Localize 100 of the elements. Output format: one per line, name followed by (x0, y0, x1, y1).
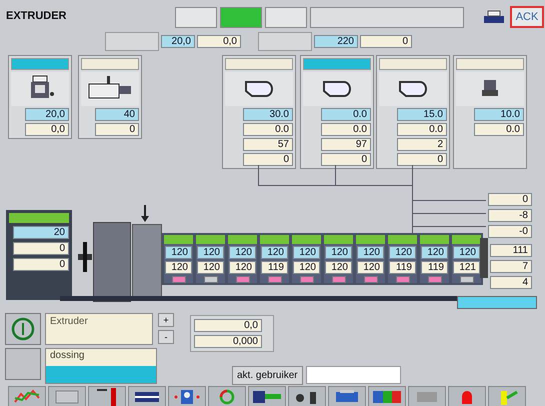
barrel-zone[interactable]: 120 119 (260, 235, 289, 283)
field-label (258, 32, 312, 51)
barrel-zone[interactable]: 120 120 (196, 235, 225, 283)
trend-button[interactable] (8, 386, 46, 406)
cycle-button[interactable] (208, 386, 246, 406)
dosing-header[interactable] (225, 58, 293, 70)
screen-title: EXTRUDER (6, 10, 67, 22)
value-field: 120 (357, 261, 384, 274)
mode-tab[interactable] (175, 7, 217, 28)
barrel-zone[interactable]: 120 119 (388, 235, 417, 283)
value-field: 120 (197, 261, 224, 274)
barrel-zone[interactable]: 120 120 (324, 235, 353, 283)
value-field: 120 (325, 261, 352, 274)
value-field: 119 (421, 261, 448, 274)
value-field: 4 (490, 276, 532, 289)
alarm-panel-icon (373, 388, 401, 406)
valve-button[interactable] (488, 386, 526, 406)
value-field: 0 (397, 153, 447, 166)
setpoint-field[interactable]: 120 (325, 246, 352, 259)
value-field: 119 (261, 261, 288, 274)
setpoint-field[interactable]: 120 (421, 246, 448, 259)
value-field: 0.0 (321, 123, 371, 136)
value-field: 2 (397, 138, 447, 151)
setpoint-field[interactable]: 40 (95, 108, 139, 121)
setpoint-field[interactable]: 20 (13, 226, 69, 239)
setpoint-field[interactable]: 20,0 (161, 35, 195, 48)
temperature-button[interactable] (88, 386, 126, 406)
dosing-header[interactable] (456, 58, 524, 70)
power-icon (10, 316, 36, 342)
value-field: 119 (389, 261, 416, 274)
value-field: 120 (229, 261, 256, 274)
setpoint-field[interactable]: 15.0 (397, 108, 447, 121)
value-field: -0 (488, 225, 532, 238)
value-field: 0 (321, 153, 371, 166)
barrel-zone[interactable]: 120 120 (228, 235, 257, 283)
die-block (480, 238, 488, 278)
printer-button[interactable] (328, 386, 366, 406)
dosing-header[interactable] (379, 58, 447, 70)
value-field: 0.0 (243, 123, 293, 136)
coupling-icon (78, 242, 92, 272)
blank-icon (53, 388, 81, 406)
materials-button[interactable] (408, 386, 446, 406)
operator-button[interactable] (168, 386, 206, 406)
setpoint-field[interactable]: 120 (293, 246, 320, 259)
beacon-button[interactable] (448, 386, 486, 406)
hopper-icon (244, 79, 274, 99)
value-field: 111 (490, 244, 532, 257)
barrel-zone[interactable]: 120 120 (164, 235, 193, 283)
barrel-zone[interactable]: 120 119 (420, 235, 449, 283)
setpoint-field[interactable]: 120 (261, 246, 288, 259)
settings-button[interactable] (288, 386, 326, 406)
user-label: akt. gebruiker (232, 366, 303, 385)
value-field: -8 (488, 209, 532, 222)
mode-tab[interactable] (220, 7, 262, 28)
setpoint-field[interactable]: 120 (453, 246, 480, 259)
mode-tab[interactable] (265, 7, 307, 28)
alarm-panel-button[interactable] (368, 386, 406, 406)
hopper-icon (398, 79, 428, 99)
value-field: 0.0 (397, 123, 447, 136)
value-field: 97 (321, 138, 371, 151)
mode-dropdown[interactable]: Extruder (45, 313, 153, 345)
value-field: 121 (453, 261, 480, 274)
hopper-icon (322, 79, 352, 99)
barrel-zone[interactable]: 120 120 (292, 235, 321, 283)
setpoint-field[interactable]: 120 (197, 246, 224, 259)
setpoint-field[interactable]: 120 (389, 246, 416, 259)
value-field: 120 (293, 261, 320, 274)
value-field: 0 (13, 242, 69, 255)
setpoint-field[interactable]: 20,0 (25, 108, 69, 121)
down-arrow-icon (140, 205, 150, 223)
value-field: 0 (488, 193, 532, 206)
setpoint-field[interactable]: 120 (165, 246, 192, 259)
dropdown-field[interactable] (457, 296, 537, 309)
minus-button[interactable]: - (158, 330, 174, 344)
status-bar (9, 213, 69, 223)
value-field: 0.0 (474, 123, 524, 136)
barrel-zone[interactable]: 120 120 (356, 235, 385, 283)
user-field[interactable] (306, 366, 401, 384)
power-button[interactable] (5, 313, 41, 345)
blank-button[interactable] (5, 348, 41, 380)
screw-icon (253, 388, 281, 406)
setpoint-field[interactable]: 120 (229, 246, 256, 259)
setpoint-field[interactable]: 0.0 (321, 108, 371, 121)
value-field: 0 (243, 153, 293, 166)
barrel-zone[interactable]: 120 121 (452, 235, 481, 283)
value-field: 7 (490, 260, 532, 273)
value-field: 0,000 (194, 335, 262, 348)
value-field: 120 (165, 261, 192, 274)
value-field: 0,0 (194, 319, 262, 332)
plus-button[interactable]: + (158, 313, 174, 327)
setpoint-field[interactable]: 220 (314, 35, 358, 48)
field-label (105, 32, 159, 51)
value-field: 57 (243, 138, 293, 151)
acknowledge-button[interactable]: ACK (510, 6, 544, 28)
setpoint-field[interactable]: 120 (357, 246, 384, 259)
setpoint-field[interactable]: 10.0 (474, 108, 524, 121)
setpoint-field[interactable]: 30.0 (243, 108, 293, 121)
die-button[interactable] (128, 386, 166, 406)
screw-button[interactable] (248, 386, 286, 406)
feeder-header[interactable] (81, 58, 139, 70)
